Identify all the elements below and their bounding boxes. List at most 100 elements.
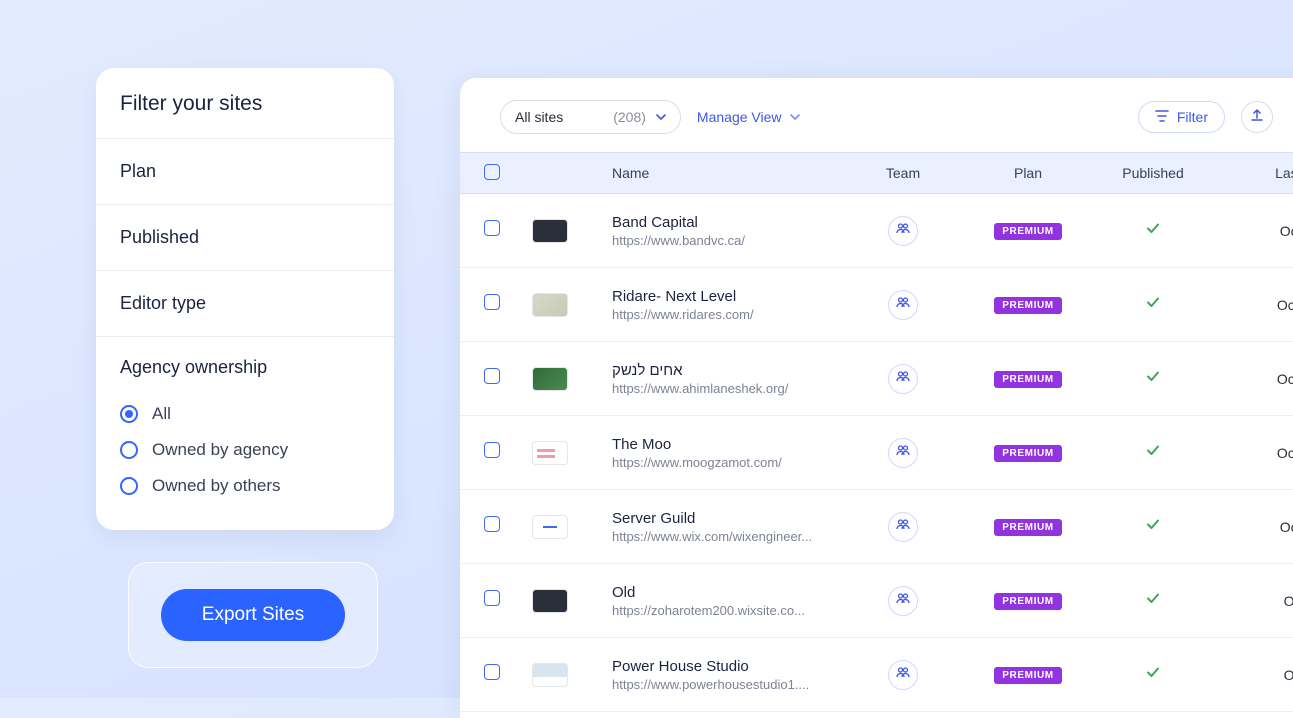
team-button[interactable] <box>888 364 918 394</box>
select-all-checkbox[interactable] <box>484 164 500 180</box>
team-button[interactable] <box>888 216 918 246</box>
filter-title: Filter your sites <box>96 68 394 139</box>
site-thumbnail <box>532 515 568 539</box>
site-url: https://www.powerhousestudio1.... <box>612 677 842 692</box>
last-updated: Oct 5, <box>1213 667 1293 683</box>
sites-dropdown[interactable]: All sites (208) <box>500 100 681 134</box>
sites-dropdown-label: All sites <box>515 109 563 125</box>
site-name: אחים לנשק <box>612 362 843 379</box>
filter-button-label: Filter <box>1177 109 1208 125</box>
manage-view-label: Manage View <box>697 109 782 125</box>
filter-button[interactable]: Filter <box>1138 101 1225 133</box>
filter-icon <box>1155 109 1169 126</box>
check-icon <box>1145 223 1161 240</box>
table-row[interactable]: Server Guild https://www.wix.com/wixengi… <box>460 490 1293 564</box>
site-name: Old <box>612 584 843 601</box>
site-thumbnail <box>532 441 568 465</box>
row-checkbox[interactable] <box>484 442 500 458</box>
plan-badge: PREMIUM <box>994 519 1061 536</box>
col-published[interactable]: Published <box>1093 165 1213 181</box>
team-icon <box>895 294 911 315</box>
ownership-option[interactable]: All <box>120 396 370 432</box>
team-icon <box>895 516 911 537</box>
site-url: https://www.moogzamot.com/ <box>612 455 842 470</box>
radio-icon <box>120 477 138 495</box>
ownership-option[interactable]: Owned by others <box>120 468 370 504</box>
last-updated: Oct 9, <box>1213 593 1293 609</box>
plan-badge: PREMIUM <box>994 297 1061 314</box>
filter-card: Filter your sites Plan Published Editor … <box>96 68 394 530</box>
check-icon <box>1145 667 1161 684</box>
row-checkbox[interactable] <box>484 516 500 532</box>
team-button[interactable] <box>888 586 918 616</box>
site-thumbnail <box>532 589 568 613</box>
site-url: https://www.bandvc.ca/ <box>612 233 842 248</box>
ownership-option-label: All <box>152 404 171 424</box>
row-checkbox[interactable] <box>484 664 500 680</box>
site-name: Band Capital <box>612 214 843 231</box>
check-icon <box>1145 445 1161 462</box>
team-icon <box>895 590 911 611</box>
ownership-option-label: Owned by agency <box>152 440 288 460</box>
site-url: https://www.ahimlaneshek.org/ <box>612 381 842 396</box>
row-checkbox[interactable] <box>484 220 500 236</box>
team-button[interactable] <box>888 660 918 690</box>
site-name: Power House Studio <box>612 658 843 675</box>
filter-section-ownership: Agency ownership All Owned by agency Own… <box>96 337 394 530</box>
last-updated: Oct 11, <box>1213 297 1293 313</box>
table-row[interactable]: אחים לנשק https://www.ahimlaneshek.org/ … <box>460 342 1293 416</box>
ownership-title: Agency ownership <box>120 357 370 378</box>
table-row[interactable]: Old https://zoharotem200.wixsite.co... P… <box>460 564 1293 638</box>
site-url: https://zoharotem200.wixsite.co... <box>612 603 842 618</box>
upload-icon <box>1250 108 1264 127</box>
last-updated: Oct 11, <box>1213 445 1293 461</box>
team-button[interactable] <box>888 438 918 468</box>
team-button[interactable] <box>888 290 918 320</box>
table-row[interactable]: The Moo https://www.moogzamot.com/ PREMI… <box>460 416 1293 490</box>
manage-view-link[interactable]: Manage View <box>697 109 800 125</box>
check-icon <box>1145 593 1161 610</box>
plan-badge: PREMIUM <box>994 223 1061 240</box>
team-icon <box>895 442 911 463</box>
col-plan[interactable]: Plan <box>963 165 1093 181</box>
last-updated: Oct 14 <box>1213 223 1293 239</box>
plan-badge: PREMIUM <box>994 593 1061 610</box>
last-updated: Oct 10 <box>1213 519 1293 535</box>
sites-table: Name Team Plan Published Last up Band Ca… <box>460 152 1293 718</box>
check-icon <box>1145 297 1161 314</box>
plan-badge: PREMIUM <box>994 445 1061 462</box>
toolbar: All sites (208) Manage View Filter <box>460 78 1293 152</box>
radio-icon <box>120 405 138 423</box>
table-row[interactable]: Power House Studio https://www.powerhous… <box>460 638 1293 712</box>
last-updated: Oct 11, <box>1213 371 1293 387</box>
team-icon <box>895 220 911 241</box>
site-thumbnail <box>532 219 568 243</box>
row-checkbox[interactable] <box>484 368 500 384</box>
col-name[interactable]: Name <box>612 165 843 181</box>
site-thumbnail <box>532 293 568 317</box>
team-icon <box>895 368 911 389</box>
site-url: https://www.wix.com/wixengineer... <box>612 529 842 544</box>
row-checkbox[interactable] <box>484 590 500 606</box>
main-panel: All sites (208) Manage View Filter <box>460 78 1293 718</box>
col-team[interactable]: Team <box>843 165 963 181</box>
ownership-option[interactable]: Owned by agency <box>120 432 370 468</box>
table-row[interactable]: Ridare- Next Level https://www.ridares.c… <box>460 268 1293 342</box>
radio-icon <box>120 441 138 459</box>
team-icon <box>895 664 911 685</box>
filter-section-plan[interactable]: Plan <box>96 139 394 205</box>
table-header: Name Team Plan Published Last up <box>460 152 1293 194</box>
ownership-option-label: Owned by others <box>152 476 281 496</box>
export-sites-button[interactable]: Export Sites <box>161 589 345 641</box>
chevron-down-icon <box>656 112 666 122</box>
site-name: Server Guild <box>612 510 843 527</box>
check-icon <box>1145 519 1161 536</box>
export-icon-button[interactable] <box>1241 101 1273 133</box>
table-row[interactable]: Band Capital https://www.bandvc.ca/ PREM… <box>460 194 1293 268</box>
filter-section-editor-type[interactable]: Editor type <box>96 271 394 337</box>
col-last-updated[interactable]: Last up <box>1213 165 1293 181</box>
filter-section-published[interactable]: Published <box>96 205 394 271</box>
check-icon <box>1145 371 1161 388</box>
row-checkbox[interactable] <box>484 294 500 310</box>
team-button[interactable] <box>888 512 918 542</box>
